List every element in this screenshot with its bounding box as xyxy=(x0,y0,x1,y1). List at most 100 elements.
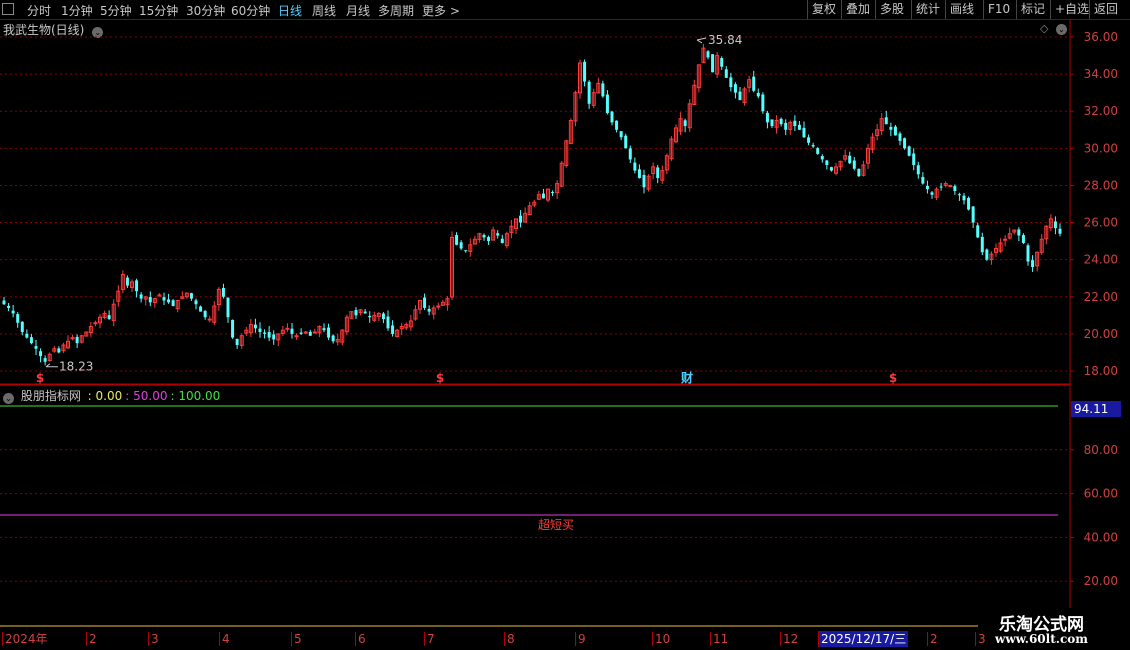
period-tab-6[interactable]: 日线 xyxy=(278,2,302,19)
candle-body xyxy=(39,351,43,357)
candle-body xyxy=(221,287,225,297)
toolbar-button-0[interactable]: 复权 xyxy=(807,0,840,19)
candle-body xyxy=(199,306,203,312)
candle-body xyxy=(756,92,760,97)
candle-body xyxy=(1017,229,1021,236)
watermark-url: www.60lt.com xyxy=(995,632,1088,646)
low-price-label: 18.23 xyxy=(59,360,93,374)
candle-body xyxy=(125,277,129,286)
candle-body xyxy=(363,311,367,314)
candle-body xyxy=(519,215,523,223)
date-label: 5 xyxy=(291,632,302,646)
toolbar-button-1[interactable]: 叠加 xyxy=(841,0,874,19)
event-marker: $ xyxy=(36,371,44,385)
candle-body xyxy=(272,334,276,340)
toolbar-button-2[interactable]: 多股 xyxy=(875,0,908,19)
toolbar-button-4[interactable]: 画线 xyxy=(945,0,978,19)
chevron-down-icon[interactable]: ⌄ xyxy=(3,393,14,404)
candle-body xyxy=(825,160,829,166)
candle-body xyxy=(267,332,271,338)
candle-body xyxy=(139,294,143,299)
price-axis-label: 28.00 xyxy=(1084,178,1118,192)
period-tab-7[interactable]: 周线 xyxy=(312,2,336,19)
candle-body xyxy=(797,124,801,130)
candle-body xyxy=(1003,238,1008,241)
annotations: 35.84 18.23 $ $ 财 $ xyxy=(36,33,897,385)
indicator-axis-label: 20.00 xyxy=(1084,574,1118,588)
candle-body xyxy=(624,135,628,149)
candle-body xyxy=(482,234,486,238)
candle-body xyxy=(1021,235,1025,243)
date-label: 6 xyxy=(355,632,366,646)
period-tab-1[interactable]: 1分钟 xyxy=(61,2,93,19)
period-tab-10[interactable]: 更多 > xyxy=(422,2,460,19)
candle-body xyxy=(327,327,331,338)
candle-body xyxy=(829,167,833,171)
period-tab-2[interactable]: 5分钟 xyxy=(100,2,132,19)
candle-body xyxy=(793,120,797,127)
candle-body xyxy=(299,332,303,334)
period-tab-4[interactable]: 30分钟 xyxy=(186,2,225,19)
date-label: 10 xyxy=(652,632,670,646)
candle-body xyxy=(706,51,710,58)
candle-body xyxy=(953,186,957,192)
period-tab-3[interactable]: 15分钟 xyxy=(139,2,178,19)
indicator-panel: 超短买 80.00 60.00 40.00 20.00 94.11 xyxy=(0,401,1121,627)
candle-body xyxy=(551,192,555,194)
candle-body xyxy=(962,195,966,201)
price-axis: 36.00 34.00 32.00 30.00 28.00 26.00 24.00 22.00… xyxy=(1070,30,1118,378)
candle-body xyxy=(752,76,756,91)
candle-body xyxy=(921,176,925,184)
indicator-name: 股朋指标网 xyxy=(20,389,81,403)
candle-body xyxy=(615,120,619,130)
period-tab-9[interactable]: 多周期 xyxy=(378,2,414,19)
candle-body xyxy=(386,316,390,329)
date-label: 2025/12/17/三 xyxy=(818,631,909,647)
candle-body xyxy=(436,305,441,308)
candlestick-series xyxy=(2,43,1062,366)
price-axis-label: 36.00 xyxy=(1084,30,1118,44)
price-axis-label: 26.00 xyxy=(1084,216,1118,230)
candle-body xyxy=(583,61,587,82)
candle-body xyxy=(889,126,893,130)
candle-body xyxy=(816,148,820,154)
toolbar-button-5[interactable]: F10 xyxy=(983,0,1014,19)
menu-icon[interactable] xyxy=(2,3,14,15)
candle-body xyxy=(857,168,861,177)
candle-body xyxy=(148,297,152,303)
candle-body xyxy=(770,119,774,127)
candle-body xyxy=(290,328,294,334)
event-marker: 财 xyxy=(680,370,693,385)
candle-body xyxy=(381,313,385,320)
toolbar-button-3[interactable]: 统计 xyxy=(911,0,944,19)
stock-chart[interactable]: 36.00 34.00 32.00 30.00 28.00 26.00 24.00 22.00… xyxy=(0,19,1130,630)
date-label: 12 xyxy=(780,632,798,646)
candle-body xyxy=(541,193,545,199)
toolbar-button-6[interactable]: 标记 xyxy=(1016,0,1049,19)
toolbar-button-7[interactable]: +自选 xyxy=(1050,0,1093,19)
candle-body xyxy=(258,328,262,333)
candle-body xyxy=(207,318,212,321)
candle-body xyxy=(2,300,6,305)
date-label: 9 xyxy=(575,632,586,646)
candle-body xyxy=(194,300,198,305)
candle-body xyxy=(331,335,335,342)
indicator-zone-label: 超短买 xyxy=(538,517,574,532)
price-axis-label: 24.00 xyxy=(1084,253,1118,267)
event-marker: $ xyxy=(889,371,897,385)
date-label: 8 xyxy=(504,632,515,646)
period-toolbar: 分时 1分钟 5分钟 15分钟 30分钟 60分钟 日线 周线 月线 多周期 更多 > 复权 叠加 多股… xyxy=(0,0,1130,20)
period-tab-8[interactable]: 月线 xyxy=(346,2,370,19)
candle-body xyxy=(980,236,984,253)
candle-body xyxy=(253,324,257,329)
candle-body xyxy=(683,120,687,127)
current-value-label: 94.11 xyxy=(1074,402,1108,416)
low-arrow-icon xyxy=(45,363,58,368)
candle-body xyxy=(967,197,971,210)
period-tab-0[interactable]: 分时 xyxy=(27,2,51,19)
candle-body xyxy=(57,348,61,353)
toolbar-button-8[interactable]: 返回 xyxy=(1089,0,1122,19)
price-axis-label: 18.00 xyxy=(1084,364,1118,378)
period-tab-5[interactable]: 60分钟 xyxy=(231,2,270,19)
candle-body xyxy=(605,94,609,114)
